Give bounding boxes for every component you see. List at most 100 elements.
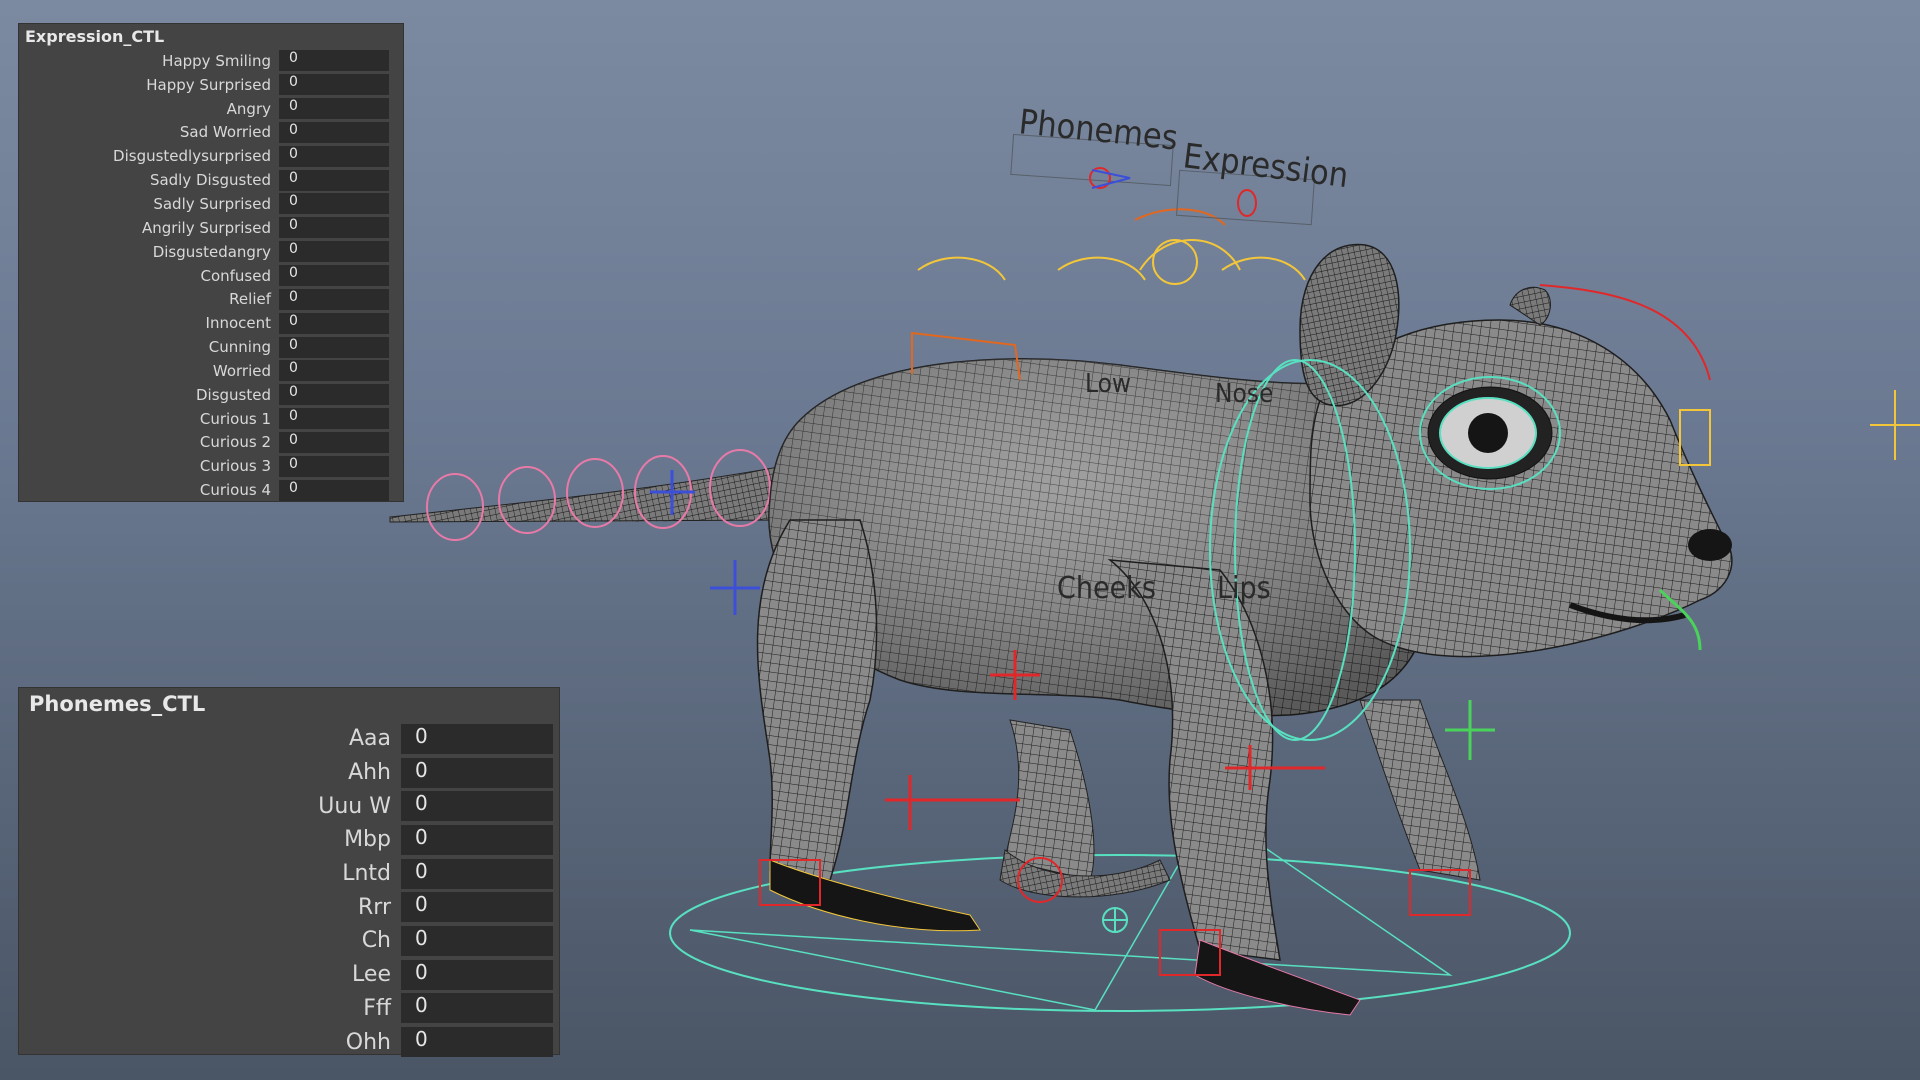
expression-attribute-row[interactable]: Angry 0 bbox=[19, 97, 403, 121]
expression-attribute-label: Sadly Surprised bbox=[153, 194, 271, 213]
expression-attribute-label: Confused bbox=[200, 266, 271, 285]
expression-channel-box: Expression_CTL Happy Smiling 0 Happy Surpr… bbox=[19, 24, 403, 501]
expression-attribute-row[interactable]: Disgustedlysurprised 0 bbox=[19, 144, 403, 168]
phonemes-attribute-value-field[interactable]: 0 bbox=[401, 858, 553, 889]
expression-attribute-row[interactable]: Curious 4 0 bbox=[19, 478, 403, 502]
expression-attribute-label: Happy Surprised bbox=[146, 75, 271, 94]
phonemes-attribute-label: Ch bbox=[361, 928, 391, 954]
phonemes-attribute-label: Ahh bbox=[348, 760, 391, 786]
phonemes-attribute-label: Fff bbox=[363, 995, 391, 1021]
expression-attribute-value-field[interactable]: 0 bbox=[279, 217, 389, 239]
expression-attribute-label: Curious 2 bbox=[199, 433, 271, 452]
phonemes-attribute-label: Lee bbox=[352, 962, 391, 988]
expression-attribute-value-field[interactable]: 0 bbox=[279, 455, 389, 477]
expression-attribute-row[interactable]: Disgustedangry 0 bbox=[19, 240, 403, 264]
cheeks-label: Cheeks bbox=[1057, 571, 1156, 606]
expression-attribute-value-field[interactable]: 0 bbox=[279, 479, 389, 501]
phonemes-attribute-row[interactable]: Uuu W 0 bbox=[19, 789, 559, 823]
phonemes-attribute-label: Mbp bbox=[344, 827, 391, 853]
phonemes-attribute-value-field[interactable]: 0 bbox=[401, 925, 553, 956]
expression-attribute-label: Curious 1 bbox=[199, 409, 271, 428]
expression-attribute-value-field[interactable]: 0 bbox=[279, 121, 389, 143]
expression-attribute-value-field[interactable]: 0 bbox=[279, 241, 389, 263]
nose-label: Nose bbox=[1215, 379, 1273, 409]
rat-tail bbox=[389, 449, 801, 541]
expression-attribute-label: Sadly Disgusted bbox=[149, 171, 271, 190]
expression-attribute-value-field[interactable]: 0 bbox=[279, 74, 389, 96]
expression-attribute-value-field[interactable]: 0 bbox=[279, 145, 389, 167]
phonemes-attribute-value-field[interactable]: 0 bbox=[401, 1027, 553, 1058]
expression-attribute-list: Happy Smiling 0 Happy Surprised 0 Angry 0 Sad … bbox=[19, 49, 403, 502]
phonemes-attribute-value-field[interactable]: 0 bbox=[401, 959, 553, 990]
expression-label: Expression bbox=[1181, 136, 1351, 196]
expression-attribute-value-field[interactable]: 0 bbox=[279, 312, 389, 334]
phonemes-attribute-row[interactable]: Mbp 0 bbox=[19, 823, 559, 857]
expression-attribute-label: Cunning bbox=[208, 338, 271, 357]
expression-attribute-label: Curious 4 bbox=[199, 481, 271, 500]
expression-attribute-value-field[interactable]: 0 bbox=[279, 431, 389, 453]
expression-attribute-row[interactable]: Disgusted 0 bbox=[19, 383, 403, 407]
phonemes-attribute-row[interactable]: Ohh 0 bbox=[19, 1025, 559, 1059]
expression-attribute-row[interactable]: Innocent 0 bbox=[19, 311, 403, 335]
phonemes-attribute-value-field[interactable]: 0 bbox=[401, 993, 553, 1024]
expression-attribute-row[interactable]: Relief 0 bbox=[19, 287, 403, 311]
phonemes-attribute-label: Aaa bbox=[348, 726, 391, 752]
phonemes-attribute-list: Aaa 0 Ahh 0 Uuu W 0 Mbp 0 Lntd 0 Rrr 0 Ch 0 Lee 0 Fff 0 Oh… bbox=[19, 722, 559, 1059]
expression-attribute-row[interactable]: Cunning 0 bbox=[19, 335, 403, 359]
expression-attribute-row[interactable]: Curious 2 0 bbox=[19, 431, 403, 455]
expression-attribute-value-field[interactable]: 0 bbox=[279, 408, 389, 430]
expression-panel-title: Expression_CTL bbox=[25, 27, 165, 46]
expression-attribute-label: Angrily Surprised bbox=[141, 218, 271, 237]
expression-attribute-row[interactable]: Worried 0 bbox=[19, 359, 403, 383]
expression-attribute-row[interactable]: Sadly Disgusted 0 bbox=[19, 168, 403, 192]
phonemes-attribute-row[interactable]: Ch 0 bbox=[19, 924, 559, 958]
phonemes-attribute-value-field[interactable]: 0 bbox=[401, 757, 553, 788]
expression-attribute-value-field[interactable]: 0 bbox=[279, 288, 389, 310]
expression-attribute-value-field[interactable]: 0 bbox=[279, 265, 389, 287]
expression-attribute-label: Worried bbox=[212, 361, 271, 380]
phonemes-attribute-value-field[interactable]: 0 bbox=[401, 892, 553, 923]
expression-attribute-row[interactable]: Happy Surprised 0 bbox=[19, 73, 403, 97]
phonemes-expression-board[interactable]: Phonemes Expression bbox=[1010, 102, 1351, 226]
phonemes-attribute-value-field[interactable]: 0 bbox=[401, 723, 553, 754]
expression-attribute-value-field[interactable]: 0 bbox=[279, 169, 389, 191]
phonemes-attribute-row[interactable]: Rrr 0 bbox=[19, 890, 559, 924]
phonemes-channel-box: Phonemes_CTL Aaa 0 Ahh 0 Uuu W 0 Mbp 0 Lntd 0 Rrr 0… bbox=[19, 688, 559, 1058]
expression-attribute-row[interactable]: Sad Worried 0 bbox=[19, 121, 403, 145]
phonemes-attribute-row[interactable]: Aaa 0 bbox=[19, 722, 559, 756]
expression-attribute-value-field[interactable]: 0 bbox=[279, 360, 389, 382]
expression-attribute-label: Disgustedangry bbox=[152, 242, 271, 261]
expression-attribute-row[interactable]: Curious 3 0 bbox=[19, 454, 403, 478]
phonemes-attribute-label: Ohh bbox=[345, 1029, 391, 1055]
expression-attribute-row[interactable]: Curious 1 0 bbox=[19, 407, 403, 431]
phonemes-attribute-label: Uuu W bbox=[318, 793, 391, 819]
expression-attribute-label: Innocent bbox=[205, 314, 271, 333]
expression-attribute-row[interactable]: Sadly Surprised 0 bbox=[19, 192, 403, 216]
phonemes-attribute-row[interactable]: Fff 0 bbox=[19, 992, 559, 1026]
expression-attribute-row[interactable]: Confused 0 bbox=[19, 264, 403, 288]
phonemes-attribute-value-field[interactable]: 0 bbox=[401, 791, 553, 822]
phonemes-attribute-value-field[interactable]: 0 bbox=[401, 824, 553, 855]
expression-attribute-value-field[interactable]: 0 bbox=[279, 384, 389, 406]
phonemes-label: Phonemes bbox=[1017, 102, 1180, 158]
phonemes-attribute-row[interactable]: Ahh 0 bbox=[19, 756, 559, 790]
expression-attribute-value-field[interactable]: 0 bbox=[279, 336, 389, 358]
expression-attribute-value-field[interactable]: 0 bbox=[279, 98, 389, 120]
expression-attribute-label: Disgustedlysurprised bbox=[113, 147, 271, 166]
expression-attribute-label: Happy Smiling bbox=[162, 51, 271, 70]
phonemes-attribute-label: Rrr bbox=[358, 894, 391, 920]
expression-attribute-value-field[interactable]: 0 bbox=[279, 193, 389, 215]
expression-attribute-row[interactable]: Happy Smiling 0 bbox=[19, 49, 403, 73]
lips-label: Lips bbox=[1217, 571, 1271, 606]
phonemes-attribute-label: Lntd bbox=[342, 861, 391, 887]
expression-attribute-label: Disgusted bbox=[195, 385, 271, 404]
expression-attribute-label: Relief bbox=[229, 290, 271, 309]
expression-attribute-value-field[interactable]: 0 bbox=[279, 50, 389, 72]
expression-attribute-row[interactable]: Angrily Surprised 0 bbox=[19, 216, 403, 240]
phonemes-attribute-row[interactable]: Lntd 0 bbox=[19, 857, 559, 891]
expression-attribute-label: Angry bbox=[226, 99, 271, 118]
expression-attribute-label: Curious 3 bbox=[199, 457, 271, 476]
phonemes-panel-title: Phonemes_CTL bbox=[29, 692, 206, 716]
expression-attribute-label: Sad Worried bbox=[179, 123, 271, 142]
phonemes-attribute-row[interactable]: Lee 0 bbox=[19, 958, 559, 992]
